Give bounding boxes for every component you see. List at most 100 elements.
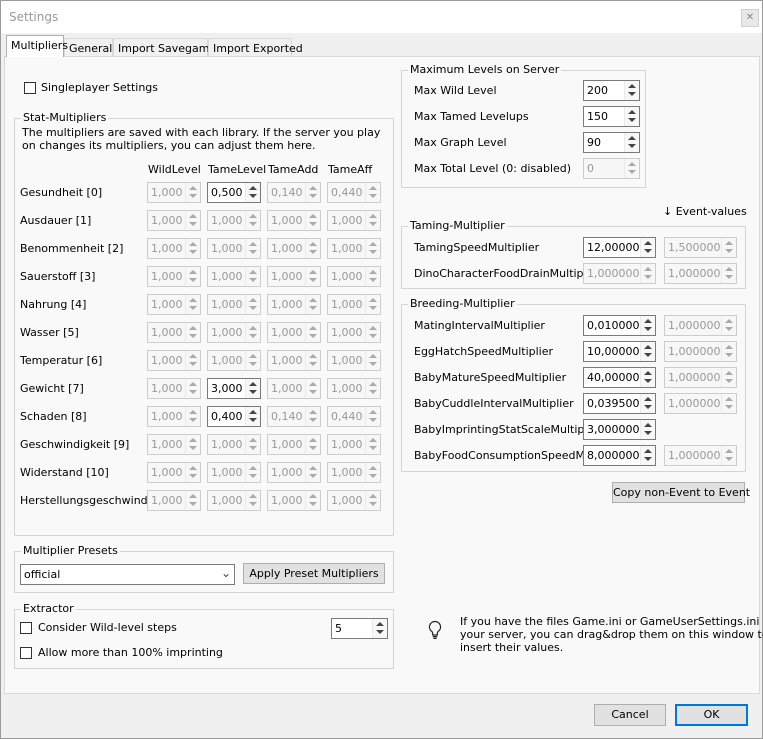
stat-row-label: Geschwindigkeit [9] — [20, 438, 130, 451]
stat-multiplier-input: 1,000 — [207, 238, 261, 259]
stat-multiplier-input-spinner — [185, 183, 200, 202]
hint-line2: your server, you can drag&drop them on t… — [460, 628, 763, 641]
taming-event-input-spinner — [721, 264, 736, 283]
breeding-event-input-spinner — [721, 342, 736, 361]
stat-multiplier-input: 1,000 — [267, 378, 321, 399]
max-level-input-spinner — [624, 159, 639, 178]
taming-value-input-spinner — [640, 264, 655, 283]
max-level-input[interactable]: 150 — [583, 106, 640, 127]
breeding-label: BabyImprintingStatScaleMultiplier — [414, 423, 602, 436]
stat-multiplier-input: 1,000 — [147, 350, 201, 371]
wild-level-steps-checkbox[interactable] — [20, 622, 32, 634]
breeding-value-input-spinner[interactable] — [640, 368, 655, 387]
breeding-value-input-spinner[interactable] — [640, 394, 655, 413]
stat-row-label: Widerstand [10] — [20, 466, 109, 479]
stat-multiplier-input: 1,000 — [207, 350, 261, 371]
lightbulb-icon — [427, 620, 443, 640]
breeding-event-input: 1,000000 — [664, 367, 737, 388]
event-values-label: ↓ Event-values — [663, 205, 747, 218]
stat-multiplier-input-spinner — [305, 323, 320, 342]
tab-general[interactable]: General — [64, 38, 113, 57]
stat-multiplier-input-spinner — [185, 407, 200, 426]
max-level-input[interactable]: 200 — [583, 80, 640, 101]
stat-multiplier-input-spinner — [245, 435, 260, 454]
stat-multiplier-input[interactable]: 0,500 — [207, 182, 261, 203]
copy-non-event-to-event-button[interactable]: Copy non-Event to Event — [612, 482, 750, 503]
singleplayer-checkbox[interactable] — [24, 82, 36, 94]
stat-multiplier-input[interactable]: 3,000 — [207, 378, 261, 399]
stat-multiplier-input-spinner — [185, 351, 200, 370]
hint-line3: insert their values. — [460, 641, 564, 654]
max-level-label: Max Graph Level — [414, 136, 507, 149]
wild-level-steps-input[interactable]: 5 — [331, 618, 388, 639]
max-level-input-spinner[interactable] — [624, 81, 639, 100]
tab-import-savegame[interactable]: Import Savegame — [113, 38, 216, 57]
stat-multiplier-input-spinner[interactable] — [245, 407, 260, 426]
breeding-value-input-spinner[interactable] — [640, 342, 655, 361]
breeding-value-input-spinner[interactable] — [640, 446, 655, 465]
taming-value-input[interactable]: 12,000000 — [583, 237, 656, 258]
stat-multiplier-input-spinner — [245, 295, 260, 314]
stat-multiplier-input-spinner — [305, 435, 320, 454]
taming-label: DinoCharacterFoodDrainMultiplier — [414, 267, 601, 280]
breeding-value-input[interactable]: 0,010000 — [583, 315, 656, 336]
max-level-input-spinner[interactable] — [624, 107, 639, 126]
breeding-value-input[interactable]: 40,000000 — [583, 367, 656, 388]
stat-multiplier-input-spinner — [305, 211, 320, 230]
close-button[interactable]: ✕ — [741, 9, 759, 27]
stat-multiplier-input: 1,000 — [207, 294, 261, 315]
stat-multiplier-input-spinner — [365, 323, 380, 342]
stat-multiplier-input: 1,000 — [147, 266, 201, 287]
breeding-value-input[interactable]: 8,000000 — [583, 445, 656, 466]
stat-multiplier-input-spinner[interactable] — [245, 379, 260, 398]
breeding-value-input-spinner[interactable] — [640, 420, 655, 439]
breeding-value-input[interactable]: 10,000000 — [583, 341, 656, 362]
stat-multiplier-input: 1,000 — [267, 434, 321, 455]
preset-selected-value: official — [24, 568, 61, 581]
max-levels-title: Maximum Levels on Server — [408, 63, 562, 76]
stat-multiplier-input-spinner — [305, 351, 320, 370]
stat-multiplier-input: 1,000 — [327, 322, 381, 343]
preset-select[interactable]: official ⌄ — [20, 564, 235, 585]
breeding-value-input[interactable]: 0,039500 — [583, 393, 656, 414]
stat-multiplier-input: 1,000 — [267, 490, 321, 511]
taming-value-input-spinner[interactable] — [640, 238, 655, 257]
tab-import-exported[interactable]: Import Exported — [208, 38, 303, 57]
breeding-value-input-spinner[interactable] — [640, 316, 655, 335]
max-level-input[interactable]: 90 — [583, 132, 640, 153]
stat-multiplier-input-spinner — [365, 351, 380, 370]
stat-multiplier-input-spinner — [185, 323, 200, 342]
stat-multiplier-input-spinner — [365, 267, 380, 286]
stat-multiplier-input: 1,000 — [207, 434, 261, 455]
tab-multipliers[interactable]: Multipliers — [6, 35, 68, 57]
chevron-down-icon: ⌄ — [221, 566, 232, 580]
wild-level-steps-spinner[interactable] — [372, 619, 387, 638]
stat-multiplier-input-spinner — [305, 295, 320, 314]
apply-preset-button[interactable]: Apply Preset Multipliers — [243, 563, 385, 584]
stat-multiplier-input: 1,000 — [147, 210, 201, 231]
stat-multiplier-input: 1,000 — [147, 322, 201, 343]
cancel-button[interactable]: Cancel — [594, 704, 666, 726]
hint-line1: If you have the files Game.ini or GameUs… — [460, 615, 763, 628]
stat-multiplier-input: 1,000 — [327, 210, 381, 231]
taming-event-input: 1,000000 — [664, 263, 737, 284]
stat-multiplier-input-spinner — [305, 379, 320, 398]
stat-multiplier-input-spinner — [185, 211, 200, 230]
breeding-label: BabyCuddleIntervalMultiplier — [414, 397, 574, 410]
stat-multiplier-input: 1,000 — [207, 266, 261, 287]
stat-multiplier-input-spinner — [365, 379, 380, 398]
breeding-event-input-spinner — [721, 368, 736, 387]
breeding-event-input: 1,000000 — [664, 341, 737, 362]
stat-multiplier-input-spinner[interactable] — [245, 183, 260, 202]
breeding-value-input[interactable]: 3,000000 — [583, 419, 656, 440]
breeding-label: EggHatchSpeedMultiplier — [414, 345, 554, 358]
stat-multiplier-input[interactable]: 0,400 — [207, 406, 261, 427]
imprinting-checkbox[interactable] — [20, 647, 32, 659]
stat-multiplier-input-spinner — [305, 267, 320, 286]
title-bar: Settings ✕ — [1, 1, 762, 33]
breeding-event-input: 1,000000 — [664, 393, 737, 414]
stat-multipliers-title: Stat-Multipliers — [21, 111, 109, 124]
max-level-input-spinner[interactable] — [624, 133, 639, 152]
stat-multiplier-input-spinner — [365, 463, 380, 482]
ok-button[interactable]: OK — [675, 704, 748, 726]
